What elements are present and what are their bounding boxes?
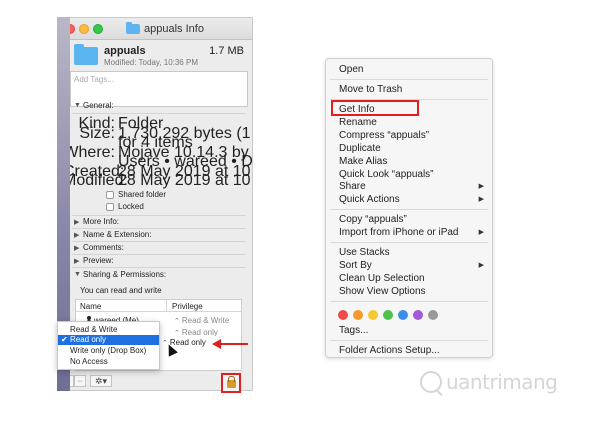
privilege-option-no-access[interactable]: No Access: [58, 357, 159, 367]
disclosure-closed-icon: ▶: [74, 244, 80, 252]
menu-item-show-view-options[interactable]: Show View Options: [339, 285, 426, 298]
table-header: Name Privilege: [76, 300, 241, 312]
menu-separator: [330, 242, 488, 243]
column-header-privilege[interactable]: Privilege: [172, 302, 203, 311]
privilege-option-write-only[interactable]: Write only (Drop Box): [58, 346, 159, 356]
size-row: Size:1,730,292 bytes (1.7 MB on disk): [79, 125, 252, 142]
kind-row: Kind: Folder: [78, 115, 164, 132]
menu-item-import-from-iphone[interactable]: Import from iPhone or iPad: [339, 226, 459, 239]
general-details: Kind:Folder Size:1,730,292 bytes (1.7 MB…: [63, 115, 253, 189]
tag-color-dot[interactable]: [383, 310, 393, 320]
divider: [72, 267, 246, 268]
action-menu-button[interactable]: ✲▾: [90, 375, 112, 387]
watermark-text: uantrimang: [446, 370, 558, 394]
menu-item-folder-actions-setup[interactable]: Folder Actions Setup...: [339, 344, 440, 357]
window-title: appuals Info: [126, 22, 204, 36]
menu-item-copy[interactable]: Copy “appuals”: [339, 213, 407, 226]
menu-separator: [330, 340, 488, 341]
disclosure-open-icon: ▼: [74, 102, 81, 109]
menu-separator: [330, 301, 488, 302]
section-more-info[interactable]: ▶ More Info:: [74, 217, 119, 226]
disclosure-closed-icon: ▶: [74, 257, 80, 265]
lock-icon: [227, 376, 236, 388]
menu-item-tags[interactable]: Tags...: [339, 324, 368, 337]
submenu-arrow-icon: ▶: [478, 196, 484, 203]
remove-user-button[interactable]: −: [74, 375, 86, 387]
menu-item-sort-by[interactable]: Sort By: [339, 259, 372, 272]
menu-separator: [330, 79, 488, 80]
where-row: Where:Mojave 10.14.3 by Techsviewer •: [63, 144, 252, 161]
menu-item-clean-up-selection[interactable]: Clean Up Selection: [339, 272, 425, 285]
menu-item-open[interactable]: Open: [339, 63, 363, 76]
submenu-arrow-icon: ▶: [478, 183, 484, 190]
column-header-name[interactable]: Name: [80, 302, 101, 311]
divider: [72, 254, 246, 255]
divider: [72, 113, 246, 114]
divider: [72, 215, 246, 216]
size-row-2: for 4 items: [118, 134, 193, 151]
tag-color-dot[interactable]: [353, 310, 363, 320]
annotation-arrow-line: [220, 343, 248, 345]
menu-item-duplicate[interactable]: Duplicate: [339, 142, 381, 155]
file-name: appuals: [104, 45, 146, 57]
section-sharing-permissions[interactable]: ▼ Sharing & Permissions:: [74, 270, 166, 279]
modified-line: Modified: Today, 10:36 PM: [104, 58, 198, 67]
disclosure-closed-icon: ▶: [74, 231, 80, 239]
locked-checkbox[interactable]: Locked: [106, 202, 144, 211]
watermark: uantrimang: [420, 370, 558, 394]
menu-item-compress[interactable]: Compress “appuals”: [339, 129, 429, 142]
folder-icon: [74, 44, 98, 65]
privilege-option-read-only[interactable]: ✔ Read only: [58, 335, 159, 345]
tag-color-dot[interactable]: [413, 310, 423, 320]
modified-row: Modified:28 May 2019 at 10:36 PM: [63, 172, 252, 189]
divider: [72, 228, 246, 229]
checkbox-box[interactable]: [106, 190, 114, 199]
privilege-option-read-write[interactable]: Read & Write: [58, 325, 159, 335]
created-row: Created:28 May 2019 at 10:36 PM: [63, 163, 252, 180]
section-label: General:: [83, 101, 114, 110]
column-separator: [166, 300, 167, 312]
submenu-arrow-icon: ▶: [478, 262, 484, 269]
disclosure-open-icon: ▼: [74, 271, 81, 278]
section-preview[interactable]: ▶ Preview:: [74, 256, 114, 265]
menu-item-use-stacks[interactable]: Use Stacks: [339, 246, 390, 259]
permission-note: You can read and write: [80, 286, 162, 295]
privilege-select[interactable]: Read & Write: [174, 316, 229, 325]
shared-folder-checkbox[interactable]: Shared folder: [106, 190, 166, 199]
where-row-2: Users • wareed • Desktop: [118, 153, 253, 170]
zoom-button[interactable]: [93, 24, 103, 34]
divider: [72, 241, 246, 242]
tag-color-dot[interactable]: [338, 310, 348, 320]
menu-item-make-alias[interactable]: Make Alias: [339, 155, 387, 168]
context-menu: Open Move to Trash Get Info Rename Compr…: [325, 58, 493, 358]
tag-color-dot[interactable]: [398, 310, 408, 320]
menu-item-share[interactable]: Share: [339, 180, 366, 193]
tag-color-dot[interactable]: [428, 310, 438, 320]
submenu-arrow-icon: ▶: [478, 229, 484, 236]
disclosure-closed-icon: ▶: [74, 218, 80, 226]
tag-color-dot[interactable]: [368, 310, 378, 320]
menu-item-rename[interactable]: Rename: [339, 116, 377, 129]
checkbox-box[interactable]: [106, 202, 114, 211]
checkmark-icon: ✔: [61, 335, 68, 344]
menu-item-move-to-trash[interactable]: Move to Trash: [339, 83, 402, 96]
privilege-popup-menu: Read & Write ✔ Read only Write only (Drop…: [57, 321, 160, 370]
lock-button[interactable]: [221, 373, 241, 393]
minimize-button[interactable]: [79, 24, 89, 34]
get-info-highlight: [331, 100, 419, 116]
watermark-logo-icon: [420, 371, 442, 393]
section-general[interactable]: ▼ General:: [74, 101, 114, 110]
section-name-extension[interactable]: ▶ Name & Extension:: [74, 230, 151, 239]
file-size: 1.7 MB: [209, 45, 244, 57]
menu-item-quick-actions[interactable]: Quick Actions: [339, 193, 400, 206]
title-bar: appuals Info: [58, 18, 252, 40]
section-comments[interactable]: ▶ Comments:: [74, 243, 124, 252]
menu-separator: [330, 209, 488, 210]
window-title-text: appuals Info: [144, 23, 204, 35]
folder-icon: [126, 22, 140, 34]
